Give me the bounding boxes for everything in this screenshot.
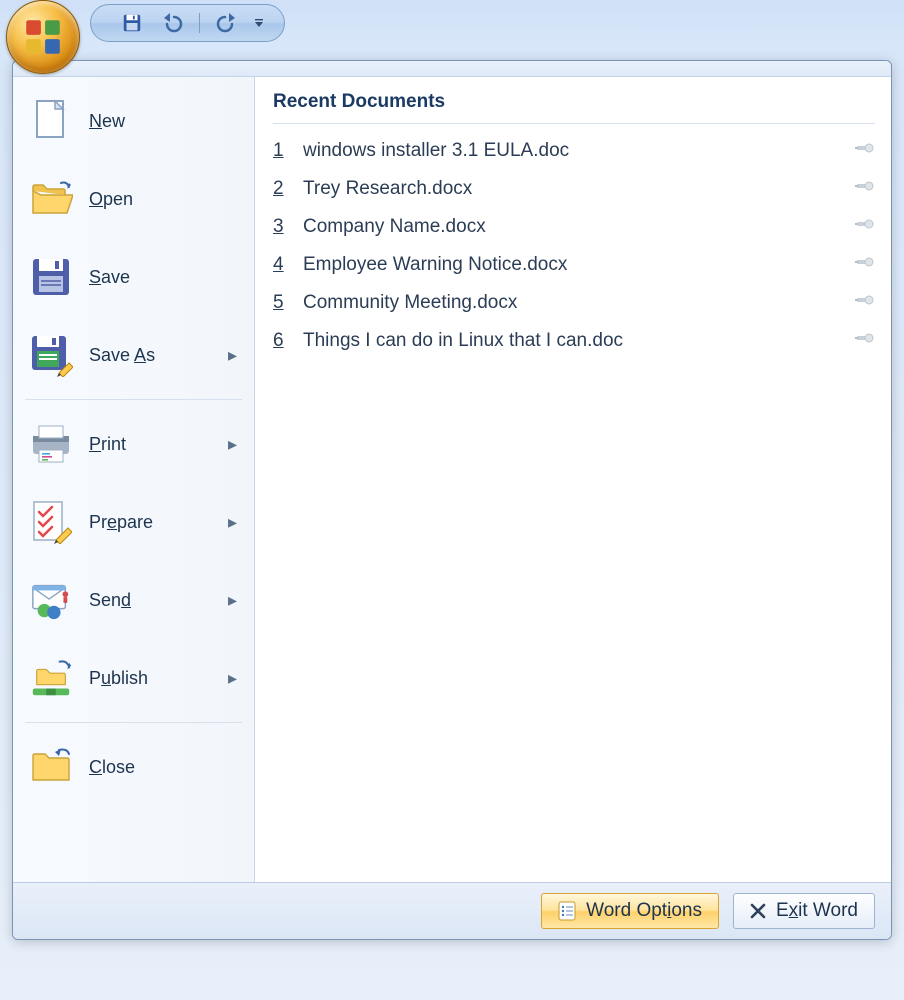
recent-document-number: 2 [273, 178, 289, 200]
menu-item-save-label: Save [89, 267, 238, 288]
recent-document-name: windows installer 3.1 EULA.doc [303, 140, 841, 162]
menu-item-print[interactable]: Print ▸ [17, 406, 250, 482]
pushpin-icon[interactable] [855, 176, 875, 202]
menu-footer: Word Options Exit Word [13, 882, 891, 939]
menu-item-publish-label: Publish [89, 668, 212, 689]
qat-customize-dropdown[interactable] [252, 16, 266, 30]
menu-item-close[interactable]: Close [17, 729, 250, 805]
menu-item-saveas-label: Save As [89, 345, 212, 366]
pushpin-icon[interactable] [855, 214, 875, 240]
exit-word-label: Exit Word [776, 900, 858, 922]
save-icon[interactable] [121, 12, 143, 34]
menu-item-send[interactable]: Send ▸ [17, 562, 250, 638]
menu-item-save[interactable]: Save [17, 239, 250, 315]
open-icon [29, 177, 73, 221]
recent-document-item[interactable]: 6 Things I can do in Linux that I can.doc [273, 322, 875, 360]
pushpin-icon[interactable] [855, 328, 875, 354]
close-icon [750, 903, 766, 919]
menu-right-panel: Recent Documents 1 windows installer 3.1 … [255, 77, 891, 882]
chevron-right-icon: ▸ [228, 345, 238, 366]
menu-item-prepare[interactable]: Prepare ▸ [17, 484, 250, 560]
new-icon [29, 99, 73, 143]
menu-item-print-label: Print [89, 434, 212, 455]
menu-item-prepare-label: Prepare [89, 512, 212, 533]
word-options-label: Word Options [586, 900, 702, 922]
recent-document-item[interactable]: 2 Trey Research.docx [273, 170, 875, 208]
undo-icon[interactable] [159, 13, 183, 33]
menu-item-new[interactable]: New [17, 83, 250, 159]
office-menu: NewOpenSaveSave As▸Print▸Prepare▸Send▸Pu… [12, 60, 892, 940]
chevron-right-icon: ▸ [228, 512, 238, 533]
recent-documents-list: 1 windows installer 3.1 EULA.doc 2 Trey Res… [273, 124, 875, 360]
pushpin-icon[interactable] [855, 290, 875, 316]
publish-icon [29, 656, 73, 700]
recent-documents-header: Recent Documents [273, 87, 875, 124]
menu-item-close-label: Close [89, 757, 238, 778]
saveas-icon [29, 333, 73, 377]
chevron-right-icon: ▸ [228, 668, 238, 689]
menu-item-saveas[interactable]: Save As ▸ [17, 317, 250, 393]
save-icon [29, 255, 73, 299]
word-options-button[interactable]: Word Options [541, 893, 719, 929]
recent-document-number: 5 [273, 292, 289, 314]
menu-item-open[interactable]: Open [17, 161, 250, 237]
chevron-right-icon: ▸ [228, 434, 238, 455]
menu-item-open-label: Open [89, 189, 238, 210]
recent-document-item[interactable]: 3 Company Name.docx [273, 208, 875, 246]
menu-divider [25, 399, 242, 400]
recent-document-name: Employee Warning Notice.docx [303, 254, 841, 276]
pushpin-icon[interactable] [855, 138, 875, 164]
recent-document-number: 1 [273, 140, 289, 162]
pushpin-icon[interactable] [855, 252, 875, 278]
send-icon [29, 578, 73, 622]
recent-document-item[interactable]: 4 Employee Warning Notice.docx [273, 246, 875, 284]
menu-item-new-label: New [89, 111, 238, 132]
prepare-icon [29, 500, 73, 544]
recent-document-item[interactable]: 5 Community Meeting.docx [273, 284, 875, 322]
close-icon [29, 745, 73, 789]
menu-left-panel: NewOpenSaveSave As▸Print▸Prepare▸Send▸Pu… [13, 77, 255, 882]
print-icon [29, 422, 73, 466]
office-button[interactable] [6, 0, 80, 74]
chevron-right-icon: ▸ [228, 590, 238, 611]
qat-separator [199, 13, 200, 33]
exit-word-button[interactable]: Exit Word [733, 893, 875, 929]
recent-document-name: Things I can do in Linux that I can.doc [303, 330, 841, 352]
recent-document-name: Community Meeting.docx [303, 292, 841, 314]
menu-divider [25, 722, 242, 723]
menu-top-cap [13, 61, 891, 77]
recent-document-item[interactable]: 1 windows installer 3.1 EULA.doc [273, 132, 875, 170]
recent-document-name: Company Name.docx [303, 216, 841, 238]
recent-document-name: Trey Research.docx [303, 178, 841, 200]
menu-item-send-label: Send [89, 590, 212, 611]
quick-access-toolbar [90, 4, 285, 42]
recent-document-number: 6 [273, 330, 289, 352]
redo-icon[interactable] [216, 13, 240, 33]
menu-item-publish[interactable]: Publish ▸ [17, 640, 250, 716]
recent-document-number: 4 [273, 254, 289, 276]
recent-document-number: 3 [273, 216, 289, 238]
